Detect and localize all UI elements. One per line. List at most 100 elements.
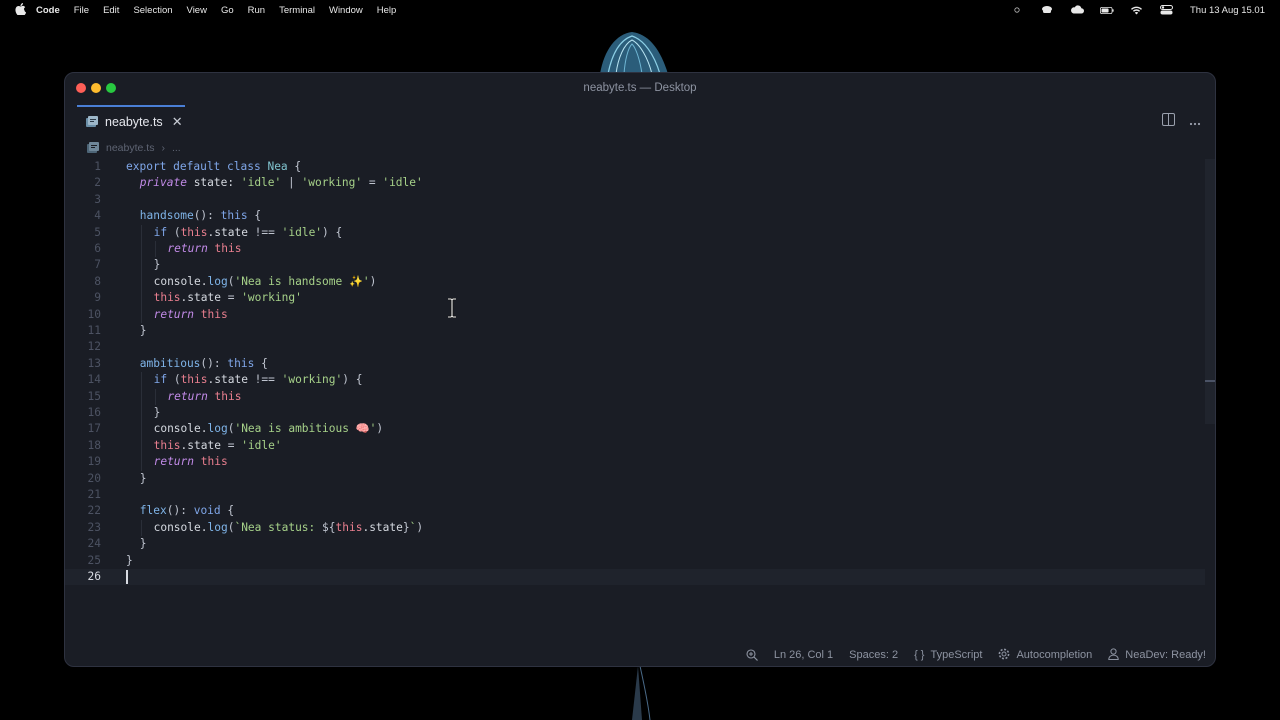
indent-guide [140,405,142,422]
code-editor[interactable]: 1 export default class Nea {2 private stat… [65,159,1205,589]
line-number: 3 [94,192,101,206]
code-token: 'idle' [240,176,282,190]
menu-edit[interactable]: Edit [103,5,119,16]
indent-guide [140,306,142,323]
coffee-cup-icon[interactable] [1040,5,1054,15]
menu-view[interactable]: View [187,5,207,16]
code-token: .state [207,225,255,239]
code-token: = [227,291,242,305]
neadev-status[interactable]: NeaDev: Ready! [1108,647,1206,663]
line-number: 25 [87,553,101,567]
menu-bar-clock[interactable]: Thu 13 Aug 15.01 [1190,5,1265,16]
code-line[interactable]: 25} [65,553,1205,569]
battery-icon[interactable] [1099,5,1114,15]
indentation-setting[interactable]: Spaces: 2 [849,649,898,661]
tab-label: neabyte.ts [105,115,163,129]
code-line[interactable]: 10 return this [65,306,1205,323]
zoom-icon[interactable] [746,649,758,661]
code-token: = [227,438,242,452]
code-line[interactable]: 2 private state: 'idle' | 'working' = 'id… [65,175,1205,191]
code-line[interactable]: 8 console.log('Nea is handsome ✨') [65,273,1205,291]
code-text: return this [154,454,228,470]
code-line[interactable]: 15 return this [65,388,1205,405]
menu-selection[interactable]: Selection [133,5,172,16]
code-token: this [153,291,181,305]
code-token: } [153,258,161,272]
code-line[interactable]: 9 this.state = 'working' [65,290,1205,307]
code-line[interactable]: 4 handsome(): this { [65,208,1205,224]
dot-indicator-icon[interactable] [1010,5,1024,15]
code-text: export default class Nea { [126,159,301,175]
code-line[interactable]: 18 this.state = 'idle' [65,437,1205,455]
code-text: } [140,471,147,487]
code-line[interactable]: 19 return this [65,454,1205,471]
code-token: { [227,504,235,518]
code-line[interactable]: 23 console.log(`Nea status: ${this.state}… [65,519,1205,537]
cloud-icon[interactable] [1070,5,1084,15]
code-line[interactable]: 3 [65,192,1205,208]
menu-app-name[interactable]: Code [36,5,60,16]
indent-guide [140,437,142,455]
menu-terminal[interactable]: Terminal [279,5,315,16]
code-text: return this [167,389,241,405]
code-token: this [220,209,255,223]
title-bar[interactable]: neabyte.ts — Desktop [65,73,1215,105]
wifi-icon[interactable] [1130,5,1144,15]
code-token: 'idle' [281,225,323,239]
code-token: !== [254,373,282,387]
code-line[interactable]: 14 if (this.state !== 'working') { [65,372,1205,389]
more-actions-icon[interactable] [1189,113,1201,131]
line-number: 18 [87,438,101,452]
code-token: if [153,373,174,387]
code-text: console.log('Nea is handsome ✨') [154,274,377,290]
code-token: this [200,307,228,321]
menu-help[interactable]: Help [377,5,397,16]
code-token: 'working' [281,373,343,387]
breadcrumb: neabyte.ts › ... [87,141,181,155]
tab-neabyte-ts[interactable]: neabyte.ts ✕ [77,105,185,137]
code-token: this [227,356,262,370]
code-token: Nea [267,160,295,173]
code-line[interactable]: 11} [65,323,1205,339]
close-tab-icon[interactable]: ✕ [172,114,183,130]
wallpaper-fragment [600,32,668,74]
code-line[interactable]: 6 return this [65,241,1205,258]
code-line[interactable]: 21 [65,487,1205,503]
code-line[interactable]: 16} [65,405,1205,422]
code-line[interactable]: 5 if (this.state !== 'idle') { [65,224,1205,241]
code-line[interactable]: 20} [65,471,1205,487]
vertical-scrollbar[interactable] [1205,159,1215,424]
code-token: log [207,422,228,436]
breadcrumb-file[interactable]: neabyte.ts [106,142,154,154]
language-mode[interactable]: { } TypeScript [914,649,982,661]
code-line[interactable]: 7} [65,257,1205,274]
code-text: console.log('Nea is ambitious 🧠') [154,421,384,437]
code-line[interactable]: 12 [65,339,1205,355]
code-line[interactable]: 22 flex(): void { [65,503,1205,519]
code-line[interactable]: 13 ambitious(): this { [65,356,1205,372]
breadcrumb-more[interactable]: ... [172,142,181,154]
menu-window[interactable]: Window [329,5,363,16]
split-editor-icon[interactable] [1162,113,1175,131]
code-token: if [153,225,174,239]
code-line[interactable]: 17 console.log('Nea is ambitious 🧠') [65,421,1205,438]
menu-run[interactable]: Run [248,5,265,16]
code-line[interactable]: 1 export default class Nea { [65,159,1205,175]
code-line[interactable]: 26 [65,569,1205,586]
code-token: this [214,242,242,255]
code-token: console. [153,520,208,534]
text-cursor-ibeam-icon [448,298,456,318]
code-token: console. [153,274,208,288]
autocompletion-status[interactable]: Autocompletion [998,648,1092,663]
code-line[interactable]: 24} [65,536,1205,552]
apple-logo-icon[interactable] [13,2,27,18]
code-token: ) { [342,373,363,387]
scrollbar-cursor-marker [1205,380,1215,382]
cursor-position[interactable]: Ln 26, Col 1 [774,649,833,661]
control-center-icon[interactable] [1160,5,1174,15]
menu-go[interactable]: Go [221,5,234,16]
code-token: } [126,553,133,567]
menu-file[interactable]: File [74,5,89,16]
code-token: .state [180,438,228,452]
neadev-label: NeaDev: Ready! [1125,649,1206,661]
